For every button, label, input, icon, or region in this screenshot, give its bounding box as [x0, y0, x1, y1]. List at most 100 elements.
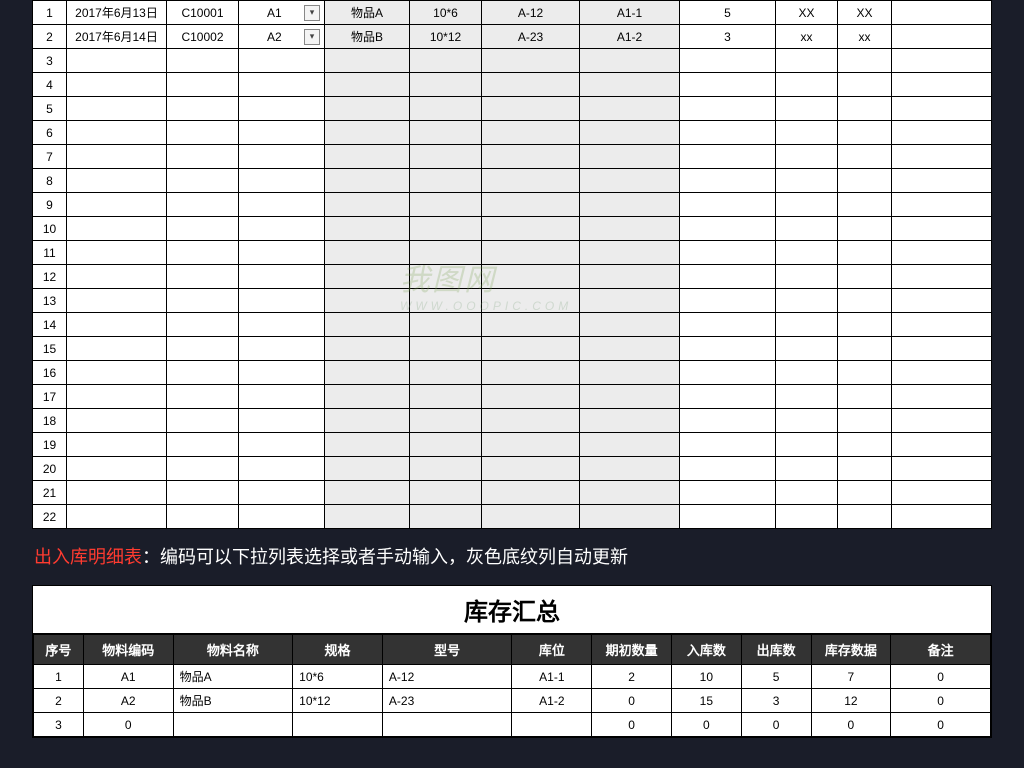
cell[interactable]: [167, 121, 239, 145]
summary-cell[interactable]: A2: [83, 689, 173, 713]
cell[interactable]: C10002: [167, 25, 239, 49]
cell[interactable]: [67, 337, 167, 361]
cell[interactable]: [680, 73, 776, 97]
cell[interactable]: [167, 169, 239, 193]
cell[interactable]: A-12: [482, 1, 580, 25]
summary-cell[interactable]: [173, 713, 293, 737]
cell[interactable]: [325, 289, 410, 313]
cell[interactable]: [482, 121, 580, 145]
cell[interactable]: [482, 97, 580, 121]
cell[interactable]: [239, 385, 325, 409]
summary-cell[interactable]: 0: [671, 713, 741, 737]
cell[interactable]: [325, 385, 410, 409]
cell[interactable]: [67, 313, 167, 337]
cell[interactable]: [239, 337, 325, 361]
cell[interactable]: [325, 121, 410, 145]
cell[interactable]: 5: [33, 97, 67, 121]
code-select-cell[interactable]: A1▾: [239, 1, 325, 25]
cell[interactable]: [167, 145, 239, 169]
cell[interactable]: [680, 385, 776, 409]
cell[interactable]: [838, 481, 892, 505]
cell[interactable]: [580, 433, 680, 457]
cell[interactable]: [580, 457, 680, 481]
cell[interactable]: [680, 145, 776, 169]
cell[interactable]: [67, 481, 167, 505]
cell[interactable]: [239, 97, 325, 121]
cell[interactable]: [167, 337, 239, 361]
cell[interactable]: [892, 145, 992, 169]
cell[interactable]: [838, 457, 892, 481]
summary-cell[interactable]: A-12: [382, 665, 512, 689]
cell[interactable]: [680, 361, 776, 385]
summary-cell[interactable]: 0: [83, 713, 173, 737]
cell[interactable]: [838, 169, 892, 193]
cell[interactable]: [67, 289, 167, 313]
cell[interactable]: [838, 313, 892, 337]
cell[interactable]: xx: [776, 25, 838, 49]
cell[interactable]: [325, 409, 410, 433]
cell[interactable]: [838, 121, 892, 145]
cell[interactable]: [167, 361, 239, 385]
cell[interactable]: [239, 217, 325, 241]
cell[interactable]: [776, 409, 838, 433]
cell[interactable]: [67, 121, 167, 145]
summary-cell[interactable]: 0: [891, 713, 991, 737]
cell[interactable]: [680, 97, 776, 121]
cell[interactable]: [580, 121, 680, 145]
cell[interactable]: [580, 193, 680, 217]
cell[interactable]: [325, 97, 410, 121]
summary-cell[interactable]: A1: [83, 665, 173, 689]
cell[interactable]: [580, 265, 680, 289]
cell[interactable]: [892, 505, 992, 529]
cell[interactable]: [892, 433, 992, 457]
cell[interactable]: 2: [33, 25, 67, 49]
cell[interactable]: [776, 505, 838, 529]
cell[interactable]: [482, 241, 580, 265]
cell[interactable]: [239, 481, 325, 505]
cell[interactable]: [410, 289, 482, 313]
cell[interactable]: [838, 49, 892, 73]
cell[interactable]: [239, 433, 325, 457]
cell[interactable]: [776, 73, 838, 97]
summary-cell[interactable]: 10*6: [293, 665, 383, 689]
cell[interactable]: [776, 289, 838, 313]
cell[interactable]: [167, 97, 239, 121]
cell[interactable]: [167, 409, 239, 433]
cell[interactable]: [410, 145, 482, 169]
cell[interactable]: [167, 313, 239, 337]
cell[interactable]: [580, 481, 680, 505]
cell[interactable]: [410, 385, 482, 409]
cell[interactable]: [482, 289, 580, 313]
cell[interactable]: [482, 193, 580, 217]
summary-cell[interactable]: 0: [592, 713, 672, 737]
cell[interactable]: [482, 457, 580, 481]
cell[interactable]: [410, 169, 482, 193]
summary-cell[interactable]: 0: [891, 665, 991, 689]
cell[interactable]: [482, 337, 580, 361]
cell[interactable]: [580, 97, 680, 121]
code-select-cell[interactable]: A2▾A1A2▴▾: [239, 25, 325, 49]
cell[interactable]: [892, 241, 992, 265]
cell[interactable]: [67, 241, 167, 265]
cell[interactable]: [680, 121, 776, 145]
cell[interactable]: [482, 385, 580, 409]
cell[interactable]: [838, 97, 892, 121]
summary-cell[interactable]: 0: [592, 689, 672, 713]
cell[interactable]: [776, 313, 838, 337]
cell[interactable]: [67, 265, 167, 289]
cell[interactable]: [167, 193, 239, 217]
cell[interactable]: [776, 169, 838, 193]
cell[interactable]: [482, 145, 580, 169]
cell[interactable]: [410, 265, 482, 289]
cell[interactable]: [776, 145, 838, 169]
cell[interactable]: [892, 49, 992, 73]
cell[interactable]: [410, 241, 482, 265]
cell[interactable]: [580, 217, 680, 241]
cell[interactable]: [325, 145, 410, 169]
cell[interactable]: [776, 337, 838, 361]
cell[interactable]: [580, 145, 680, 169]
cell[interactable]: [838, 145, 892, 169]
cell[interactable]: [482, 433, 580, 457]
cell[interactable]: [239, 145, 325, 169]
cell[interactable]: [67, 457, 167, 481]
